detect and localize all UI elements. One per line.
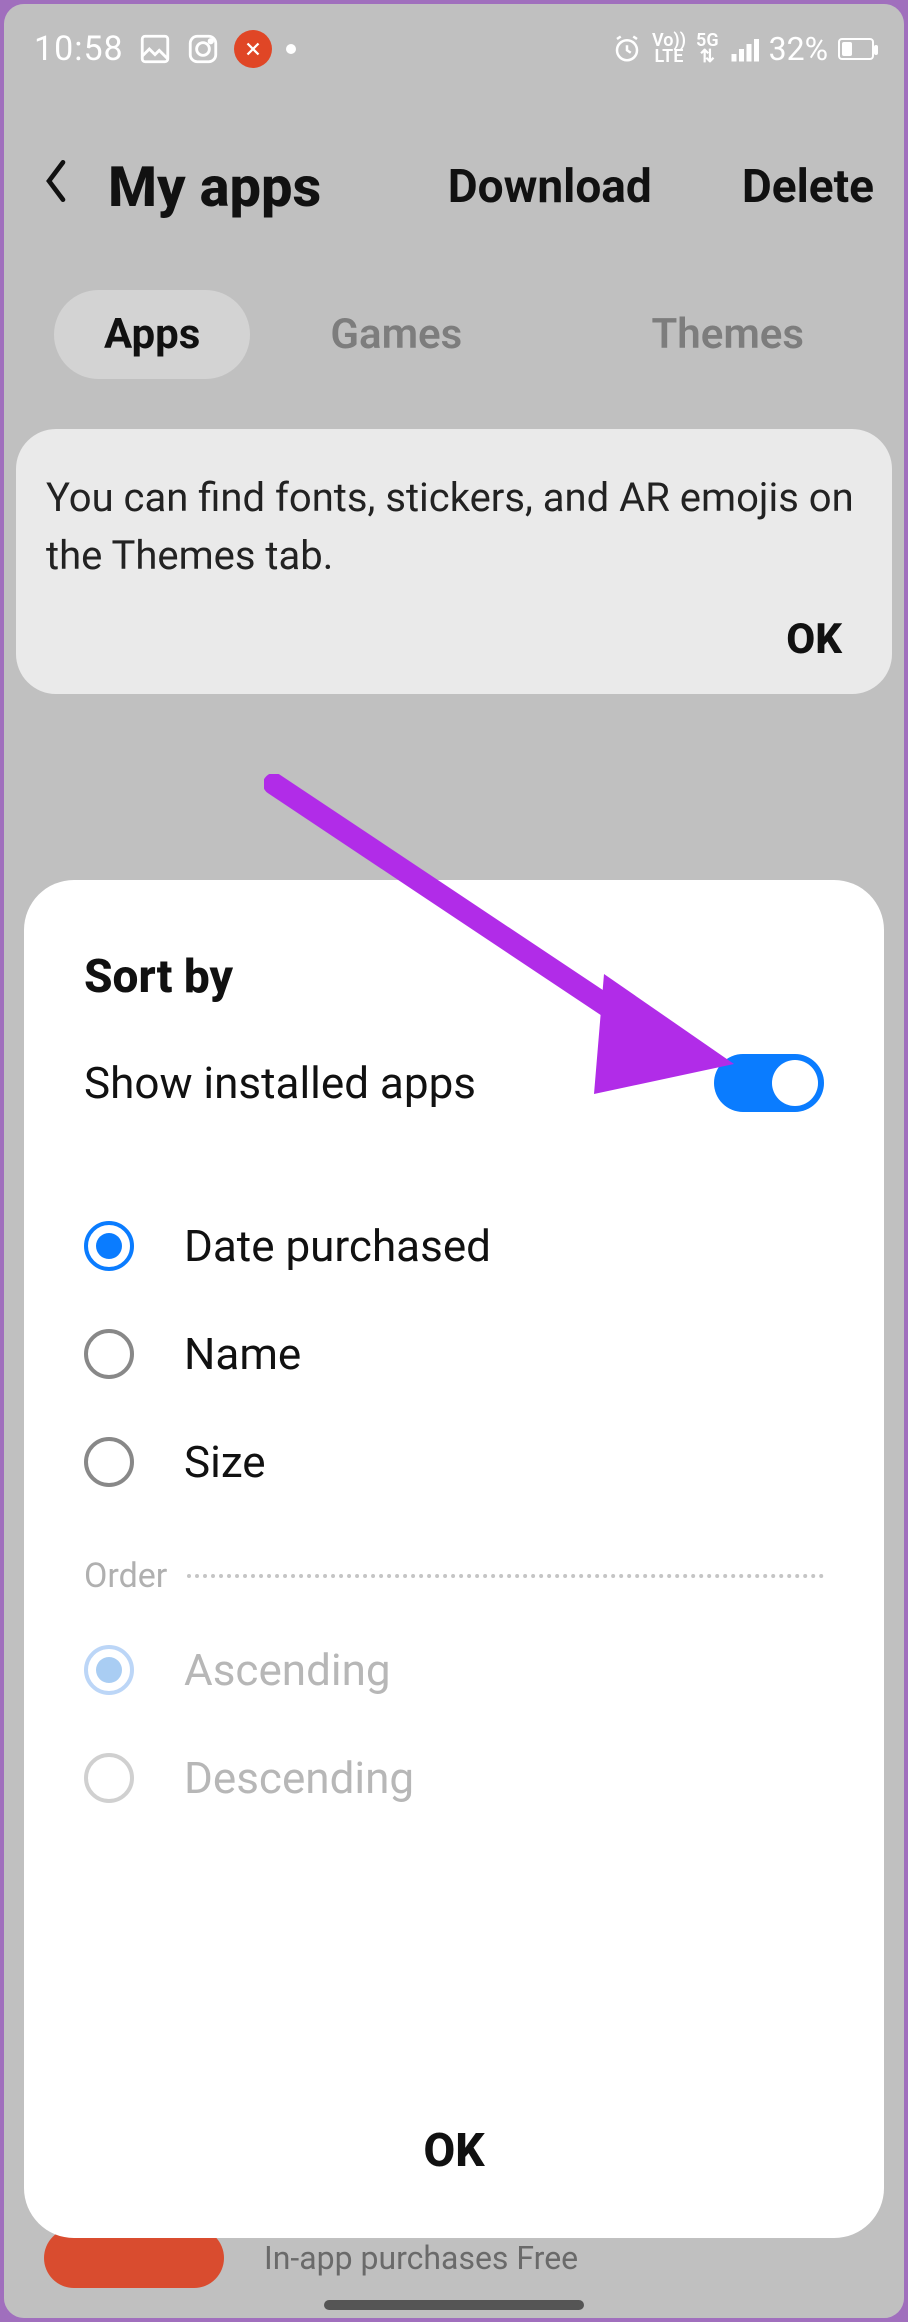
sort-sheet: Sort by Show installed apps Date purchas… (24, 880, 884, 2238)
info-text: You can find fonts, stickers, and AR emo… (46, 469, 862, 585)
app-notification-icon (234, 30, 272, 68)
more-notifications-dot (286, 44, 296, 54)
radio-icon (84, 1753, 134, 1803)
radio-icon (84, 1437, 134, 1487)
tab-games[interactable]: Games (280, 290, 512, 379)
status-bar: 10:58 Vo))LTE 5G⇅ 32% (4, 4, 904, 94)
sort-options: Date purchased Name Size (84, 1192, 824, 1516)
info-ok-button[interactable]: OK (46, 615, 862, 664)
show-installed-row[interactable]: Show installed apps (84, 1054, 824, 1112)
order-divider: Order (84, 1556, 824, 1596)
instagram-icon (186, 32, 220, 66)
radio-label: Name (184, 1328, 301, 1380)
show-installed-label: Show installed apps (84, 1057, 476, 1109)
volte-icon: Vo))LTE (652, 33, 686, 65)
sort-option-name[interactable]: Name (84, 1300, 824, 1408)
radio-icon (84, 1329, 134, 1379)
back-button[interactable] (34, 157, 78, 218)
signal-icon (729, 34, 759, 64)
delete-button[interactable]: Delete (742, 160, 874, 214)
sheet-ok-button[interactable]: OK (84, 2094, 824, 2208)
home-indicator[interactable] (324, 2300, 584, 2310)
app-subtext: In-app purchases Free (264, 2239, 578, 2277)
battery-icon (838, 38, 874, 60)
order-option-descending[interactable]: Descending (84, 1724, 824, 1832)
tab-themes[interactable]: Themes (601, 290, 854, 379)
radio-icon (84, 1221, 134, 1271)
show-installed-toggle[interactable] (714, 1054, 824, 1112)
order-heading: Order (84, 1556, 167, 1596)
radio-icon (84, 1645, 134, 1695)
sort-option-size[interactable]: Size (84, 1408, 824, 1516)
battery-percentage: 32% (769, 30, 828, 68)
status-time: 10:58 (34, 29, 124, 69)
info-banner: You can find fonts, stickers, and AR emo… (16, 429, 892, 694)
radio-label: Ascending (184, 1644, 391, 1696)
order-option-ascending[interactable]: Ascending (84, 1616, 824, 1724)
page-title: My apps (108, 154, 321, 220)
header: My apps Download Delete (4, 94, 904, 250)
sheet-title: Sort by (84, 950, 824, 1004)
network-5g-icon: 5G⇅ (696, 33, 719, 65)
sort-option-date[interactable]: Date purchased (84, 1192, 824, 1300)
alarm-icon (612, 34, 642, 64)
gallery-icon (138, 32, 172, 66)
radio-label: Date purchased (184, 1220, 491, 1272)
tab-apps[interactable]: Apps (54, 290, 250, 379)
download-button[interactable]: Download (448, 160, 652, 214)
radio-label: Descending (184, 1752, 414, 1804)
tabs: Apps Games Themes (4, 250, 904, 409)
radio-label: Size (184, 1436, 266, 1488)
